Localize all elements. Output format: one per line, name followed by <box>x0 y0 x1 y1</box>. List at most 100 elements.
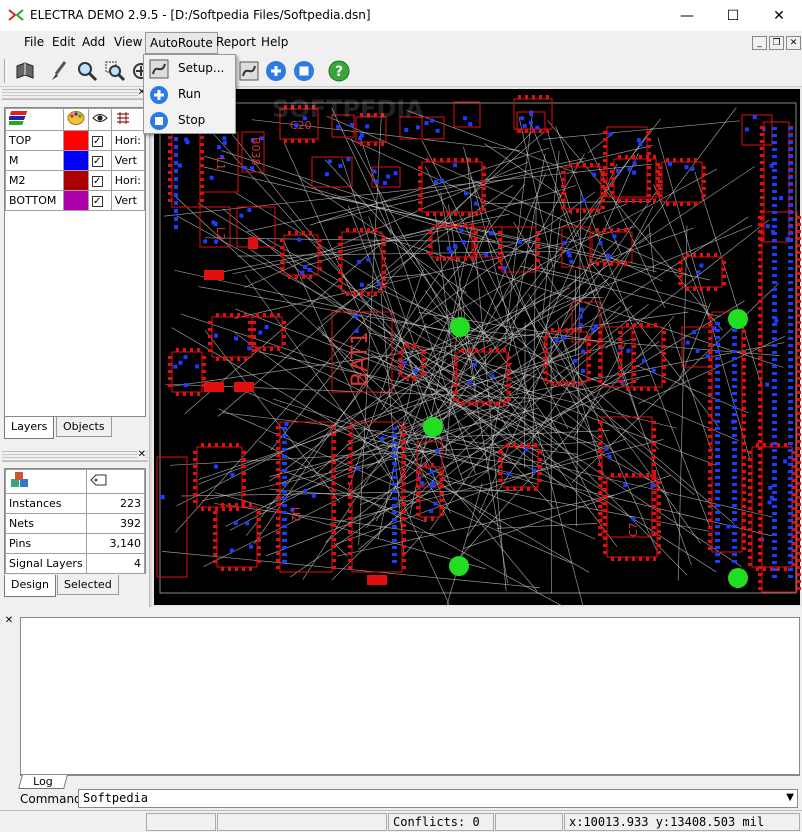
menu-item-stop[interactable]: Stop <box>144 108 235 134</box>
route-wire-button[interactable] <box>236 58 261 83</box>
routing-direction-icon <box>116 112 129 124</box>
palette-icon <box>67 111 85 125</box>
brush-icon <box>51 60 66 80</box>
board-label: BAT1 <box>348 331 373 387</box>
layer-name: M <box>5 150 64 171</box>
layer-row-bottom[interactable]: BOTTOM ✓ Vert <box>5 190 146 211</box>
help-icon: ? <box>328 60 349 81</box>
autoroute-run-icon <box>265 60 286 81</box>
stats-panel-close-icon[interactable]: ✕ <box>137 449 146 460</box>
layer-direction: Vert <box>110 150 146 171</box>
menu-edit[interactable]: Edit <box>52 35 75 49</box>
layer-visible-checkbox[interactable]: ✓ <box>87 190 112 211</box>
autoroute-stop-icon <box>293 60 314 81</box>
stats-header-icon-cell <box>5 469 87 494</box>
stats-label: Signal Layers <box>5 553 87 574</box>
board-label: U2 <box>289 507 302 522</box>
status-coordinates: x:10013.933 y:13408.503 mil <box>564 813 800 831</box>
layer-color-swatch[interactable] <box>62 190 89 211</box>
menu-report[interactable]: Report <box>216 35 256 49</box>
layer-direction: Hori: <box>110 130 146 151</box>
mdi-minimize-button[interactable]: _ <box>752 36 767 50</box>
open-book-icon <box>16 61 33 79</box>
stats-row-pins: Pins 3,140 <box>5 533 146 554</box>
stats-tabbar: Design Selected <box>4 575 146 597</box>
autoroute-stop-button[interactable] <box>291 58 316 83</box>
pcb-canvas[interactable]: C20L1 B038L2BAT1C7U2 SOFTPEDIA <box>152 87 802 619</box>
tab-selected[interactable]: Selected <box>57 575 119 595</box>
run-icon <box>150 86 168 104</box>
layers-tabbar: Layers Objects <box>4 417 146 439</box>
stats-panel-header: ✕ <box>2 449 148 462</box>
close-icon: ✕ <box>773 7 785 24</box>
mdi-restore-button[interactable]: ❐ <box>769 36 784 50</box>
layer-row-m[interactable]: M ✓ Vert <box>5 150 146 171</box>
log-output[interactable] <box>20 617 800 775</box>
layer-color-swatch[interactable] <box>62 170 89 191</box>
stats-label: Nets <box>5 513 87 534</box>
help-button[interactable]: ? <box>326 58 351 83</box>
menu-add[interactable]: Add <box>82 35 105 49</box>
mdi-close-icon: ✕ <box>789 38 798 48</box>
menu-item-run[interactable]: Run <box>144 82 235 108</box>
layer-direction: Vert <box>110 190 146 211</box>
maximize-icon: ☐ <box>726 7 740 24</box>
electra-app-icon <box>8 9 24 21</box>
menu-file[interactable]: File <box>24 35 44 49</box>
tab-log-label: Log <box>33 775 53 788</box>
stats-header-row <box>5 469 146 494</box>
status-cell-empty-2 <box>217 813 387 831</box>
mdi-restore-icon: ❐ <box>772 38 781 48</box>
minimize-button[interactable]: — <box>664 0 710 31</box>
zoom-area-icon <box>105 61 125 81</box>
chevron-down-icon[interactable]: ▼ <box>786 792 794 803</box>
command-input[interactable]: Softpedia ▼ <box>78 789 798 808</box>
zoom-area-button[interactable] <box>102 58 127 83</box>
tab-objects[interactable]: Objects <box>56 417 112 437</box>
open-book-button[interactable] <box>12 58 37 83</box>
pcb-canvas-area[interactable]: C20 L1 B038 L2 BAT1 C7 U2 SOFTPEDIA <box>152 87 802 619</box>
close-button[interactable]: ✕ <box>756 0 802 31</box>
layers-table: TOP ✓ Hori: M ✓ Vert M2 ✓ Hori: BOTTOM ✓ <box>5 108 146 211</box>
svg-text:?: ? <box>334 64 342 80</box>
layers-table-area: TOP ✓ Hori: M ✓ Vert M2 ✓ Hori: BOTTOM ✓ <box>4 107 146 417</box>
stats-row-nets: Nets 392 <box>5 513 146 534</box>
layer-color-swatch[interactable] <box>62 150 89 171</box>
menu-autoroute[interactable]: AutoRoute <box>145 32 218 54</box>
menu-view[interactable]: View <box>114 35 142 49</box>
log-tabbar: Log <box>18 775 800 789</box>
autoroute-run-button[interactable] <box>263 58 288 83</box>
log-close-icon[interactable]: ✕ <box>2 615 16 629</box>
layer-row-top[interactable]: TOP ✓ Hori: <box>5 130 146 151</box>
maximize-button[interactable]: ☐ <box>710 0 756 31</box>
stats-value: 3,140 <box>85 533 146 554</box>
layer-visible-checkbox[interactable]: ✓ <box>87 170 112 191</box>
tab-design[interactable]: Design <box>4 575 56 597</box>
watermark: SOFTPEDIA <box>272 95 424 123</box>
stats-row-instances: Instances 223 <box>5 493 146 514</box>
menu-item-setup[interactable]: Setup... <box>144 56 235 82</box>
zoom-icon <box>77 61 97 81</box>
toolbar: ? <box>0 55 802 87</box>
zoom-button[interactable] <box>74 58 99 83</box>
layer-color-swatch[interactable] <box>62 130 89 151</box>
brush-button[interactable] <box>46 58 71 83</box>
layers-header-row <box>5 108 146 131</box>
stop-icon <box>150 112 168 130</box>
layer-name: TOP <box>5 130 64 151</box>
mdi-close-button[interactable]: ✕ <box>786 36 801 50</box>
minimize-icon: — <box>680 7 694 24</box>
tab-log[interactable]: Log <box>18 775 68 789</box>
status-cell-empty-1 <box>146 813 216 831</box>
stats-row-signal-layers: Signal Layers 4 <box>5 553 146 574</box>
menu-help[interactable]: Help <box>261 35 288 49</box>
layer-visible-checkbox[interactable]: ✓ <box>87 150 112 171</box>
layer-visible-checkbox[interactable]: ✓ <box>87 130 112 151</box>
tag-icon <box>89 474 107 486</box>
left-panel: ✕ TOP ✓ Hori: M ✓ Vert M2 ✓ Hori: BOTTOM… <box>0 87 150 607</box>
tab-layers[interactable]: Layers <box>4 417 55 439</box>
layer-row-m2[interactable]: M2 ✓ Hori: <box>5 170 146 191</box>
menu-item-setup-label: Setup... <box>178 61 225 75</box>
board-label: L2 <box>214 227 227 240</box>
layer-direction: Hori: <box>110 170 146 191</box>
